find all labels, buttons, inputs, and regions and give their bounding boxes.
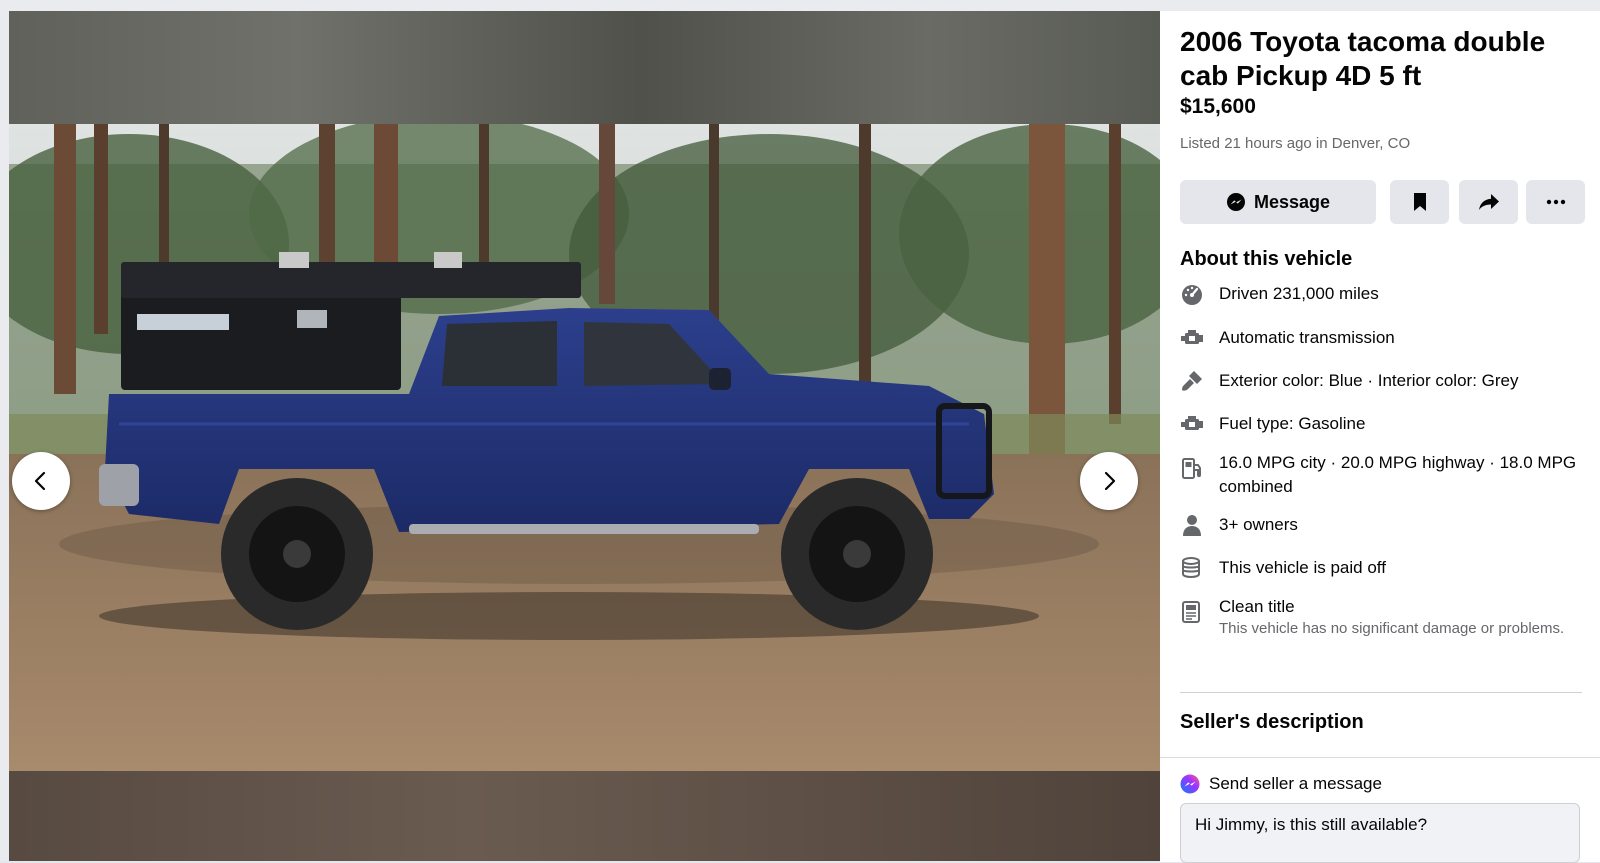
photo-blur-top xyxy=(9,11,1160,124)
save-button[interactable] xyxy=(1390,180,1449,224)
engine-icon xyxy=(1180,412,1204,436)
detail-text: This vehicle is paid off xyxy=(1219,558,1386,577)
more-options-button[interactable] xyxy=(1526,180,1585,224)
about-vehicle-heading: About this vehicle xyxy=(1180,248,1353,270)
listing-price: $15,600 xyxy=(1180,95,1256,118)
photo-blur-bottom xyxy=(9,771,1160,861)
message-button[interactable]: Message xyxy=(1180,180,1376,224)
document-icon xyxy=(1180,600,1204,624)
person-icon xyxy=(1180,513,1204,537)
photo-viewer xyxy=(9,11,1160,861)
listing-photo xyxy=(9,124,1160,771)
detail-text: Fuel type: Gasoline xyxy=(1219,414,1366,433)
detail-text: Clean title This vehicle has no signific… xyxy=(1219,595,1564,639)
detail-title-status: Clean title This vehicle has no signific… xyxy=(1180,595,1580,639)
listing-meta[interactable]: Listed 21 hours ago in Denver, CO xyxy=(1180,135,1410,152)
seller-description-heading: Seller's description xyxy=(1180,711,1364,733)
listing-details-panel: 2006 Toyota tacoma double cab Pickup 4D … xyxy=(1160,11,1600,863)
detail-text: Automatic transmission xyxy=(1219,328,1395,347)
send-message-header: Send seller a message xyxy=(1180,774,1382,794)
action-bar: Message xyxy=(1180,180,1585,224)
title-status-label: Clean title xyxy=(1219,597,1295,616)
more-icon xyxy=(1546,199,1565,205)
share-button[interactable] xyxy=(1459,180,1518,224)
speedometer-icon xyxy=(1180,282,1204,306)
title-status-subtext: This vehicle has no significant damage o… xyxy=(1219,620,1565,637)
messenger-icon xyxy=(1226,193,1245,211)
send-message-label: Send seller a message xyxy=(1209,774,1382,793)
detail-mileage: Driven 231,000 miles xyxy=(1180,282,1580,306)
message-button-label: Message xyxy=(1253,191,1331,212)
message-input[interactable]: Hi Jimmy, is this still available? xyxy=(1180,803,1580,863)
fuel-pump-icon xyxy=(1180,456,1204,480)
messenger-icon xyxy=(1180,774,1200,794)
chevron-left-icon xyxy=(34,471,46,491)
coins-icon xyxy=(1180,556,1204,580)
next-photo-button[interactable] xyxy=(1080,452,1138,510)
chevron-right-icon xyxy=(1104,471,1116,491)
top-strip xyxy=(0,0,1600,11)
detail-transmission: Automatic transmission xyxy=(1180,326,1580,350)
section-divider xyxy=(1180,692,1582,693)
detail-paid-off: This vehicle is paid off xyxy=(1180,556,1580,580)
detail-owners: 3+ owners xyxy=(1180,513,1580,537)
detail-fuel-type: Fuel type: Gasoline xyxy=(1180,412,1580,436)
detail-text: 16.0 MPG city · 20.0 MPG highway · 18.0 … xyxy=(1219,453,1577,496)
paint-icon xyxy=(1180,369,1204,393)
bookmark-icon xyxy=(1413,193,1426,211)
share-icon xyxy=(1478,194,1499,210)
detail-mpg: 16.0 MPG city · 20.0 MPG highway · 18.0 … xyxy=(1180,451,1580,499)
listing-title: 2006 Toyota tacoma double cab Pickup 4D … xyxy=(1180,26,1546,91)
seller-description-text xyxy=(1180,744,1580,754)
send-message-box: Send seller a message Hi Jimmy, is this … xyxy=(1160,757,1600,863)
detail-text: Driven 231,000 miles xyxy=(1219,284,1379,303)
left-strip xyxy=(0,0,9,861)
detail-color: Exterior color: Blue · Interior color: G… xyxy=(1180,369,1580,393)
engine-icon xyxy=(1180,326,1204,350)
detail-text: Exterior color: Blue · Interior color: G… xyxy=(1219,371,1519,390)
previous-photo-button[interactable] xyxy=(12,452,70,510)
detail-text: 3+ owners xyxy=(1219,515,1298,534)
